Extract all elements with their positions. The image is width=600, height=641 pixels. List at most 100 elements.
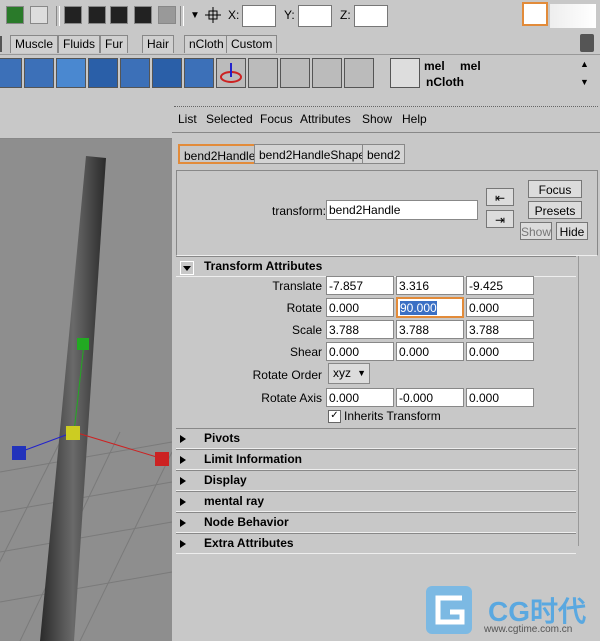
- ipr-render-icon[interactable]: [110, 6, 128, 24]
- expand-arrow-icon: [180, 519, 186, 527]
- mel-script-label-2[interactable]: mel: [460, 59, 481, 73]
- shelf: mel mel nCloth ▲ ▼: [0, 54, 600, 95]
- shelf-tab-ncloth[interactable]: nCloth: [184, 35, 229, 53]
- tab-bend2handle[interactable]: bend2Handle: [178, 144, 262, 164]
- input-mode-icon[interactable]: [204, 6, 222, 24]
- particles-icon[interactable]: [88, 58, 118, 88]
- attribute-editor-icon[interactable]: [30, 6, 48, 24]
- inherits-transform-checkbox[interactable]: ✓: [328, 410, 341, 423]
- menu-attributes[interactable]: Attributes: [300, 112, 351, 126]
- render-settings-icon[interactable]: [134, 6, 152, 24]
- rotate-axis-y-field[interactable]: -0.000: [396, 388, 464, 407]
- section-title: Node Behavior: [204, 515, 289, 529]
- section-title: Transform Attributes: [204, 259, 323, 273]
- shelf-tab-fur[interactable]: Fur: [100, 35, 128, 53]
- shelf-tab-hair[interactable]: Hair: [142, 35, 175, 53]
- render-clapper-icon[interactable]: [88, 6, 106, 24]
- transform-name-field[interactable]: bend2Handle: [326, 200, 478, 220]
- turbulence-field-icon[interactable]: [344, 58, 374, 88]
- ncloth-script-label[interactable]: nCloth: [426, 75, 464, 89]
- render-view-icon[interactable]: [6, 6, 24, 24]
- shear-xz-field[interactable]: 0.000: [396, 342, 464, 361]
- translate-z-field[interactable]: -9.425: [466, 276, 534, 295]
- panel-drag-handle[interactable]: [174, 98, 598, 107]
- uniform-field-icon[interactable]: [390, 58, 420, 88]
- rotate-order-dropdown[interactable]: xyz ▼: [328, 363, 370, 384]
- manipulator-center-handle-icon[interactable]: [66, 426, 80, 440]
- section-limit-information[interactable]: Limit Information: [176, 449, 576, 470]
- section-collapse-icon[interactable]: [180, 261, 194, 275]
- menu-show[interactable]: Show: [362, 112, 392, 126]
- expand-arrow-icon: [180, 477, 186, 485]
- poly-plane-icon[interactable]: [24, 58, 54, 88]
- rotate-order-value: xyz: [333, 366, 351, 380]
- hypershade-icon[interactable]: [158, 6, 176, 24]
- shear-xy-field[interactable]: 0.000: [326, 342, 394, 361]
- shelf-tab-scroll[interactable]: [0, 36, 8, 52]
- translate-y-field[interactable]: 3.316: [396, 276, 464, 295]
- rotate-z-field[interactable]: 0.000: [466, 298, 534, 317]
- inherits-transform-label: Inherits Transform: [344, 409, 441, 423]
- show-button[interactable]: Show: [520, 222, 552, 240]
- select-output-icon[interactable]: ⇥: [486, 210, 514, 228]
- menu-selected[interactable]: Selected: [206, 112, 253, 126]
- scale-y-field[interactable]: 3.788: [396, 320, 464, 339]
- gravity-field-icon[interactable]: [280, 58, 310, 88]
- shelf-scroll-down-icon[interactable]: ▼: [580, 77, 589, 87]
- menu-divider: [172, 132, 600, 133]
- manipulator-y-handle-icon[interactable]: [77, 338, 89, 350]
- menu-focus[interactable]: Focus: [260, 112, 293, 126]
- viewport[interactable]: [0, 112, 172, 641]
- dropdown-arrow-icon[interactable]: ▼: [190, 10, 200, 21]
- hide-button[interactable]: Hide: [556, 222, 588, 240]
- radial-field-icon[interactable]: [312, 58, 342, 88]
- tab-bend2handleshape[interactable]: bend2HandleShape: [254, 144, 371, 164]
- rotate-axis-x-field[interactable]: 0.000: [326, 388, 394, 407]
- shear-yz-field[interactable]: 0.000: [466, 342, 534, 361]
- expand-arrow-icon: [180, 456, 186, 464]
- shelf-tab-muscle[interactable]: Muscle: [10, 35, 59, 53]
- trash-icon[interactable]: [580, 34, 594, 52]
- attribute-scrollbar[interactable]: [578, 256, 589, 546]
- nurbs-plane-icon[interactable]: [0, 58, 22, 88]
- menu-list[interactable]: List: [178, 112, 197, 126]
- x-field[interactable]: [242, 5, 276, 27]
- rotate-axis-z-field[interactable]: 0.000: [466, 388, 534, 407]
- viewport-menu-bar: [0, 112, 172, 139]
- manipulator-x-handle-icon[interactable]: [155, 452, 169, 466]
- section-title: Limit Information: [204, 452, 302, 466]
- manipulator-z-handle-icon[interactable]: [12, 446, 26, 460]
- scale-x-field[interactable]: 3.788: [326, 320, 394, 339]
- translate-x-field[interactable]: -7.857: [326, 276, 394, 295]
- z-field[interactable]: [354, 5, 388, 27]
- select-input-icon[interactable]: ⇤: [486, 188, 514, 206]
- section-node-behavior[interactable]: Node Behavior: [176, 512, 576, 533]
- constraint-icon[interactable]: [184, 58, 214, 88]
- expand-arrow-icon: [180, 435, 186, 443]
- rotate-x-field[interactable]: 0.000: [326, 298, 394, 317]
- y-field[interactable]: [298, 5, 332, 27]
- shelf-tab-custom[interactable]: Custom: [226, 35, 278, 53]
- presets-button[interactable]: Presets: [528, 201, 582, 219]
- mel-script-label[interactable]: mel: [424, 59, 445, 73]
- section-pivots[interactable]: Pivots: [176, 428, 576, 449]
- shelf-tab-fluids[interactable]: Fluids: [58, 35, 101, 53]
- transform-label: transform:: [272, 204, 327, 218]
- focus-button[interactable]: Focus: [528, 180, 582, 198]
- shelf-scroll-up-icon[interactable]: ▲: [580, 59, 589, 69]
- transform-manip-icon[interactable]: [216, 58, 246, 88]
- menu-help[interactable]: Help: [402, 112, 427, 126]
- rotate-y-field[interactable]: 90.000: [396, 297, 464, 318]
- channel-box-toggle-icon[interactable]: [522, 2, 548, 26]
- ncloth-icon[interactable]: [120, 58, 150, 88]
- section-extra-attributes[interactable]: Extra Attributes: [176, 533, 576, 554]
- section-mental-ray[interactable]: mental ray: [176, 491, 576, 512]
- section-transform-attributes[interactable]: Transform Attributes: [176, 256, 576, 277]
- checker-field-icon[interactable]: [248, 58, 278, 88]
- nrigid-icon[interactable]: [152, 58, 182, 88]
- scale-z-field[interactable]: 3.788: [466, 320, 534, 339]
- tab-bend2[interactable]: bend2: [362, 144, 406, 164]
- section-display[interactable]: Display: [176, 470, 576, 491]
- soft-body-icon[interactable]: [56, 58, 86, 88]
- render-icon[interactable]: [64, 6, 82, 24]
